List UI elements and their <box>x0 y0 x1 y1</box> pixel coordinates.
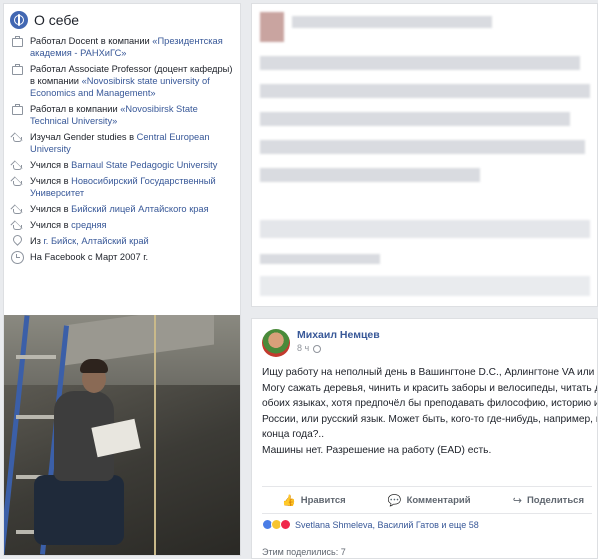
graduation-cap-icon <box>10 131 24 143</box>
post-header: Михаил Немцев 8 ч <box>262 329 380 357</box>
intro-item-edu-1: Изучал Gender studies в Central European… <box>10 131 234 155</box>
intro-item-work-2: Работал Associate Professor (доцент кафе… <box>10 63 234 99</box>
reactions-text[interactable]: Svetlana Shmeleva, Василий Гатов и еще 5… <box>295 520 479 530</box>
avatar[interactable] <box>262 329 290 357</box>
profile-photo[interactable] <box>4 315 240 555</box>
post-actions: 👍 Нравится 💬 Комментарий ↪ Поделиться <box>262 486 592 514</box>
graduation-cap-icon <box>10 175 24 187</box>
thumbs-up-icon: 👍 <box>282 494 296 507</box>
public-globe-icon <box>313 344 322 353</box>
clock-icon <box>10 251 24 264</box>
location-pin-icon <box>10 235 24 247</box>
intro-item-edu-3: Учился в Новосибирский Государственный У… <box>10 175 234 199</box>
briefcase-icon <box>10 63 24 75</box>
share-button[interactable]: ↪ Поделиться <box>513 494 584 507</box>
post-card: Михаил Немцев 8 ч Ищу работу на неполный… <box>251 318 598 559</box>
intro-item-work-1: Работал Docent в компании «Президентская… <box>10 35 234 59</box>
post-time[interactable]: 8 ч <box>297 342 309 355</box>
blurred-post <box>251 3 598 307</box>
post-author[interactable]: Михаил Немцев <box>297 329 380 342</box>
feed: Михаил Немцев 8 ч Ищу работу на неполный… <box>251 0 598 559</box>
intro-list: Работал Docent в компании «Президентская… <box>4 35 240 264</box>
school-link[interactable]: средняя <box>71 220 106 230</box>
school-link[interactable]: Barnaul State Pedagogic University <box>71 160 217 170</box>
intro-item-edu-4: Учился в Бийский лицей Алтайского края <box>10 203 234 215</box>
post-text: Ищу работу на неполный день в Вашингтоне… <box>262 367 597 456</box>
intro-item-joined: На Facebook с Март 2007 г. <box>10 251 234 264</box>
share-icon: ↪ <box>512 494 522 507</box>
reactions-summary[interactable]: Svetlana Shmeleva, Василий Гатов и еще 5… <box>262 519 479 530</box>
graduation-cap-icon <box>10 159 24 171</box>
hometown-link[interactable]: г. Бийск, Алтайский край <box>44 236 149 246</box>
about-card: О себе Работал Docent в компании «Презид… <box>3 3 241 556</box>
like-button[interactable]: 👍 Нравится <box>282 494 346 507</box>
shares-count[interactable]: Этим поделились: 7 <box>262 547 346 557</box>
comment-icon: 💬 <box>387 494 402 507</box>
graduation-cap-icon <box>10 203 24 215</box>
graduation-cap-icon <box>10 219 24 231</box>
intro-item-edu-5: Учился в средняя <box>10 219 234 231</box>
briefcase-icon <box>10 103 24 115</box>
post-meta: 8 ч <box>297 342 380 355</box>
about-title: О себе <box>34 12 80 28</box>
love-reaction-icon <box>280 519 291 530</box>
about-header: О себе <box>4 4 240 35</box>
school-link[interactable]: Бийский лицей Алтайского края <box>71 204 208 214</box>
intro-item-hometown: Из г. Бийск, Алтайский край <box>10 235 234 247</box>
briefcase-icon <box>10 35 24 47</box>
comment-button[interactable]: 💬 Комментарий <box>388 494 471 507</box>
intro-item-edu-2: Учился в Barnaul State Pedagogic Univers… <box>10 159 234 171</box>
intro-item-work-3: Работал в компании «Novosibirsk State Te… <box>10 103 234 127</box>
globe-icon <box>10 11 28 29</box>
